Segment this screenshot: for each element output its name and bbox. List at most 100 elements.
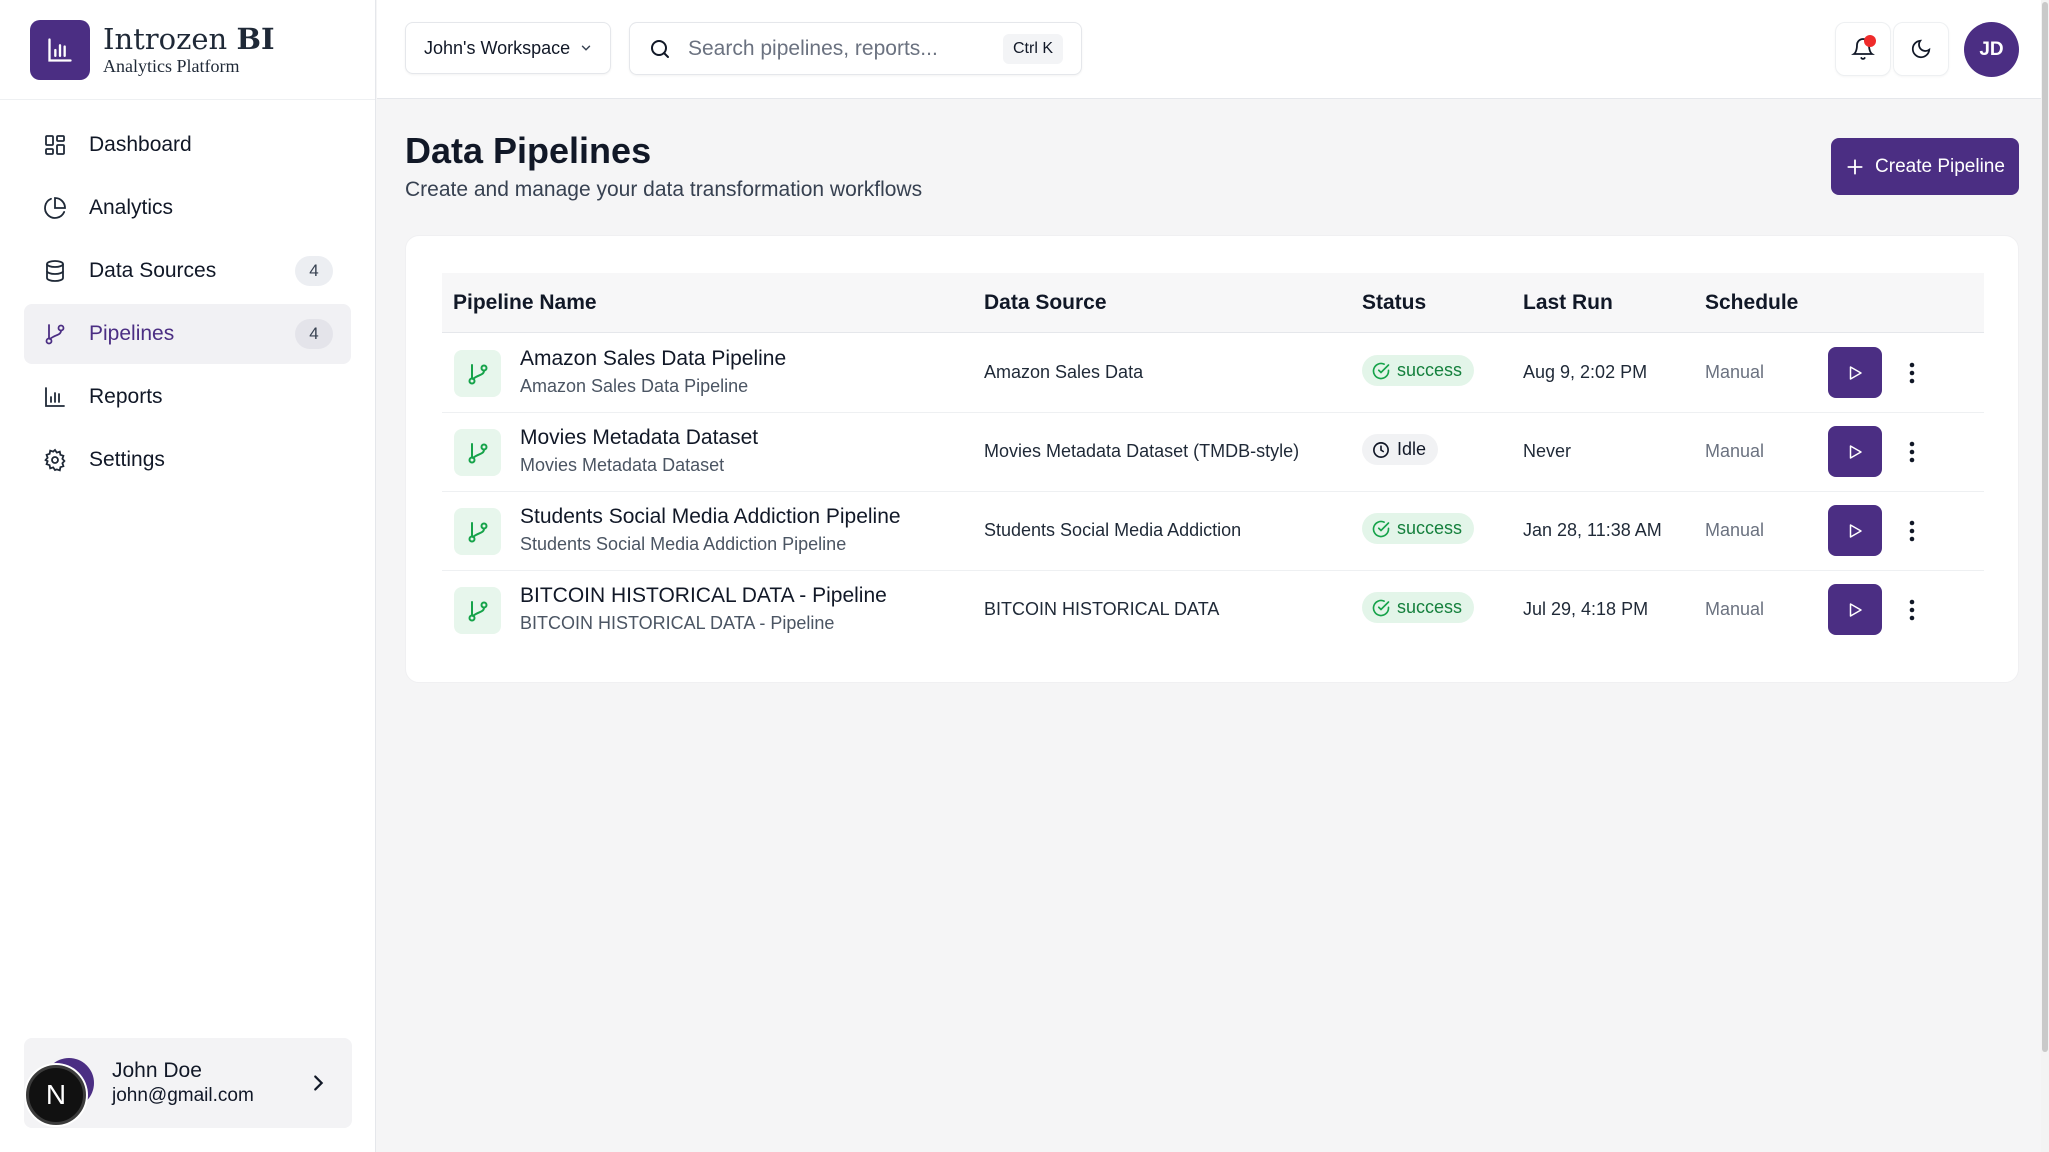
play-icon (1846, 522, 1864, 540)
sidebar-item-label: Settings (89, 448, 165, 471)
schedule-cell: Manual (1705, 441, 1765, 461)
bar-chart-icon (42, 384, 68, 410)
sidebar-item-dashboard[interactable]: Dashboard (24, 115, 351, 175)
count-badge: 4 (295, 256, 333, 286)
status-badge: success (1362, 592, 1475, 623)
more-vertical-icon (1909, 599, 1915, 621)
create-pipeline-label: Create Pipeline (1875, 155, 2005, 177)
data-source-cell: Students Social Media Addiction (984, 520, 1242, 540)
sidebar-item-label: Reports (89, 385, 163, 408)
play-icon (1846, 364, 1864, 382)
pipeline-name[interactable]: BITCOIN HISTORICAL DATA - Pipeline (520, 584, 887, 608)
workspace-selector[interactable]: John's Workspace (405, 22, 611, 74)
column-header-status[interactable]: Status (1362, 291, 1426, 315)
workspace-label: John's Workspace (424, 37, 571, 58)
more-vertical-icon (1909, 441, 1915, 463)
notification-dot (1864, 35, 1876, 47)
table-row[interactable]: BITCOIN HISTORICAL DATA - Pipeline BITCO… (442, 571, 1984, 650)
data-source-cell: Amazon Sales Data (984, 362, 1144, 382)
more-options-button[interactable] (1894, 512, 1930, 550)
run-pipeline-button[interactable] (1828, 426, 1882, 477)
user-avatar-button[interactable]: JD (1964, 22, 2019, 77)
more-options-button[interactable] (1894, 591, 1930, 629)
check-circle-icon (1372, 362, 1390, 380)
last-run-cell: Aug 9, 2:02 PM (1523, 362, 1648, 382)
brand-subtitle: Analytics Platform (103, 55, 240, 76)
run-pipeline-button[interactable] (1828, 584, 1882, 635)
search-input[interactable] (688, 36, 988, 61)
last-run-cell: Jan 28, 11:38 AM (1523, 520, 1662, 540)
pipeline-description: Amazon Sales Data Pipeline (520, 376, 749, 396)
table-row[interactable]: Movies Metadata Dataset Movies Metadata … (442, 413, 1984, 492)
more-vertical-icon (1909, 362, 1915, 384)
clock-icon (1372, 441, 1390, 459)
status-badge: success (1362, 355, 1475, 386)
sidebar-item-label: Dashboard (89, 133, 192, 156)
user-name: John Doe (112, 1059, 202, 1082)
git-branch-icon (42, 321, 68, 347)
pipeline-description: Students Social Media Addiction Pipeline (520, 534, 847, 554)
scrollbar-thumb[interactable] (2042, 2, 2048, 1052)
more-options-button[interactable] (1894, 354, 1930, 392)
schedule-cell: Manual (1705, 362, 1765, 382)
sidebar-item-pipelines[interactable]: Pipelines 4 (24, 304, 351, 364)
check-circle-icon (1372, 599, 1390, 617)
table-row[interactable]: Amazon Sales Data Pipeline Amazon Sales … (442, 334, 1984, 413)
page-subtitle: Create and manage your data transformati… (405, 178, 923, 201)
play-icon (1846, 601, 1864, 619)
table-row[interactable]: Students Social Media Addiction Pipeline… (442, 492, 1984, 571)
moon-icon (1910, 38, 1932, 60)
status-badge: Idle (1362, 434, 1439, 465)
check-circle-icon (1372, 520, 1390, 538)
pipeline-name[interactable]: Amazon Sales Data Pipeline (520, 347, 786, 371)
status-badge: success (1362, 513, 1475, 544)
table-header: Pipeline Name Data Source Status Last Ru… (442, 273, 1984, 333)
plus-icon (1845, 157, 1865, 177)
create-pipeline-button[interactable]: Create Pipeline (1831, 138, 2019, 195)
run-pipeline-button[interactable] (1828, 505, 1882, 556)
topbar: John's Workspace Ctrl K JD (377, 0, 2049, 99)
pipeline-description: BITCOIN HISTORICAL DATA - Pipeline (520, 613, 835, 633)
sidebar-item-analytics[interactable]: Analytics (24, 178, 351, 238)
brand-title: Introzen BI (103, 21, 275, 56)
theme-toggle-button[interactable] (1893, 22, 1949, 76)
last-run-cell: Never (1523, 441, 1572, 461)
brand[interactable]: Introzen BI Analytics Platform (0, 0, 375, 100)
shortcut-hint: Ctrl K (1003, 34, 1063, 64)
run-pipeline-button[interactable] (1828, 347, 1882, 398)
sidebar-item-label: Pipelines (89, 322, 175, 345)
pipeline-name[interactable]: Students Social Media Addiction Pipeline (520, 505, 901, 529)
column-header-data-source[interactable]: Data Source (984, 291, 1107, 315)
chevron-down-icon (579, 41, 593, 55)
brand-logo-icon (30, 19, 90, 80)
pipeline-description: Movies Metadata Dataset (520, 455, 725, 475)
column-header-schedule[interactable]: Schedule (1705, 291, 1798, 315)
dashboard-grid-icon (42, 132, 68, 158)
sidebar-item-settings[interactable]: Settings (24, 430, 351, 490)
sidebar: Introzen BI Analytics Platform Dashboard… (0, 0, 376, 1152)
more-vertical-icon (1909, 520, 1915, 542)
git-branch-icon (454, 508, 501, 555)
data-source-cell: BITCOIN HISTORICAL DATA (984, 599, 1220, 619)
pipeline-name[interactable]: Movies Metadata Dataset (520, 426, 758, 450)
sidebar-item-reports[interactable]: Reports (24, 367, 351, 427)
search-icon (648, 37, 672, 61)
git-branch-icon (454, 587, 501, 634)
sidebar-item-data-sources[interactable]: Data Sources 4 (24, 241, 351, 301)
git-branch-icon (454, 350, 501, 397)
data-source-cell: Movies Metadata Dataset (TMDB-style) (984, 441, 1300, 461)
gear-icon (42, 447, 68, 473)
user-email: john@gmail.com (112, 1085, 254, 1106)
pipelines-table-card: Pipeline Name Data Source Status Last Ru… (405, 235, 2019, 683)
chevron-right-icon (298, 1072, 338, 1094)
more-options-button[interactable] (1894, 433, 1930, 471)
search-box: Ctrl K (629, 22, 1082, 75)
column-header-pipeline-name[interactable]: Pipeline Name (453, 291, 597, 315)
n-logo-badge[interactable]: N (26, 1065, 86, 1125)
page-scrollbar[interactable] (2041, 0, 2049, 1152)
play-icon (1846, 443, 1864, 461)
notifications-button[interactable] (1835, 22, 1891, 76)
git-branch-icon (454, 429, 501, 476)
column-header-last-run[interactable]: Last Run (1523, 291, 1613, 315)
pie-chart-icon (42, 195, 68, 221)
